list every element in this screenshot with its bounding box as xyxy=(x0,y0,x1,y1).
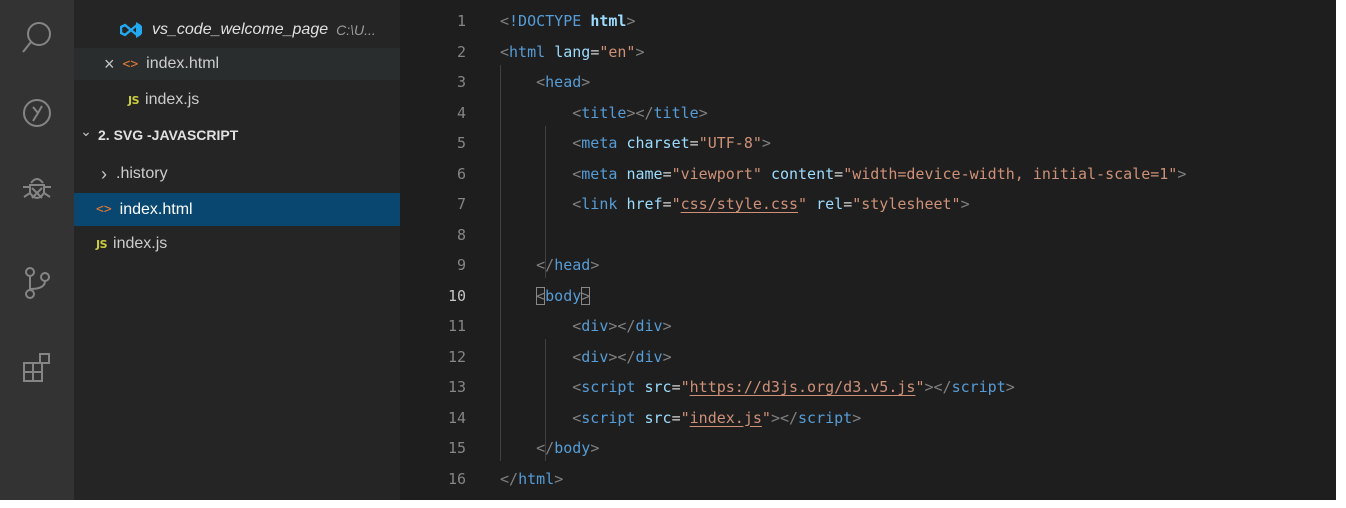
html-icon: <> xyxy=(122,56,139,72)
folder-header[interactable]: ⌄ 2. SVG -JAVASCRIPT xyxy=(74,119,400,151)
line-number: 8 xyxy=(456,225,466,244)
code-line-4: <title></title> xyxy=(572,103,708,122)
tree-item-label: index.js xyxy=(113,235,168,252)
folder-title: 2. SVG -JAVASCRIPT xyxy=(98,127,239,143)
vscode-icon xyxy=(120,21,142,39)
line-number: 9 xyxy=(456,256,466,274)
js-icon: JS xyxy=(128,93,140,107)
run-debug-icon[interactable] xyxy=(17,93,57,133)
line-number: 16 xyxy=(447,469,466,488)
tree-item-history[interactable]: › .history xyxy=(74,158,400,190)
line-number: 13 xyxy=(447,378,466,396)
explorer-sidebar: vs_code_welcome_page C:\U... × <> index.… xyxy=(74,0,400,500)
line-number: 6 xyxy=(456,164,466,183)
code-line-12: <div></div> xyxy=(572,347,672,366)
open-editor-label: index.html xyxy=(146,55,220,72)
line-number: 12 xyxy=(447,347,466,366)
open-editor-index-html[interactable]: × <> index.html xyxy=(74,48,400,80)
code-line-2: <html lang="en"> xyxy=(500,42,645,61)
code-line-10: <body> xyxy=(536,286,591,305)
tree-item-index-js[interactable]: JS index.js xyxy=(74,228,400,260)
line-number: 3 xyxy=(456,73,466,91)
search-icon[interactable] xyxy=(17,18,57,58)
close-icon[interactable]: × xyxy=(104,54,115,75)
line-number: 15 xyxy=(447,439,466,457)
code-line-15: </body> xyxy=(536,439,600,457)
line-number: 10 xyxy=(447,286,466,305)
line-number: 7 xyxy=(456,195,466,213)
vscode-window: vs_code_welcome_page C:\U... × <> index.… xyxy=(0,0,1336,500)
js-icon: JS xyxy=(96,237,108,251)
code-line-14: <script src="index.js"></script> xyxy=(572,408,862,427)
tree-item-label: .history xyxy=(116,165,168,182)
extensions-icon[interactable] xyxy=(17,347,57,387)
code-line-11: <div></div> xyxy=(572,317,672,335)
line-number: 2 xyxy=(456,42,466,61)
open-editor-path: C:\U... xyxy=(336,22,376,38)
code-line-9: </head> xyxy=(536,256,600,274)
open-editor-label: vs_code_welcome_page xyxy=(152,21,329,38)
code-editor[interactable]: 1 2 3 4 5 6 7 8 9 10 11 12 13 14 15 16 <!DOCTYPE html> … xyxy=(400,0,1336,500)
tree-item-label: index.html xyxy=(119,200,193,218)
code-line-13: <script src="https://d3js.org/d3.v5.js">… xyxy=(572,378,1015,396)
line-number: 1 xyxy=(456,12,466,30)
open-editor-index-js[interactable]: JS index.js xyxy=(74,84,400,116)
bug-icon[interactable] xyxy=(17,168,57,208)
code-line-6: <meta name="viewport" content="width=dev… xyxy=(572,164,1187,183)
code-line-3: <head> xyxy=(536,73,591,91)
html-icon: <> xyxy=(96,202,112,217)
tree-item-index-html[interactable]: <> index.html xyxy=(74,193,400,226)
chevron-down-icon: ⌄ xyxy=(80,122,92,139)
code-line-16: </html> xyxy=(500,469,564,488)
line-number: 11 xyxy=(447,317,466,335)
open-editor-welcome-page[interactable]: vs_code_welcome_page C:\U... xyxy=(74,14,400,46)
source-control-icon[interactable] xyxy=(17,263,57,303)
line-number: 4 xyxy=(456,103,466,122)
code-line-7: <link href="css/style.css" rel="styleshe… xyxy=(572,195,970,213)
code-line-5: <meta charset="UTF-8"> xyxy=(572,134,771,152)
code-line-1: <!DOCTYPE html> xyxy=(500,12,636,30)
line-number: 5 xyxy=(456,134,466,152)
activity-bar xyxy=(0,0,74,500)
open-editor-label: index.js xyxy=(145,91,200,108)
chevron-right-icon: › xyxy=(101,163,107,184)
line-number: 14 xyxy=(447,408,466,427)
